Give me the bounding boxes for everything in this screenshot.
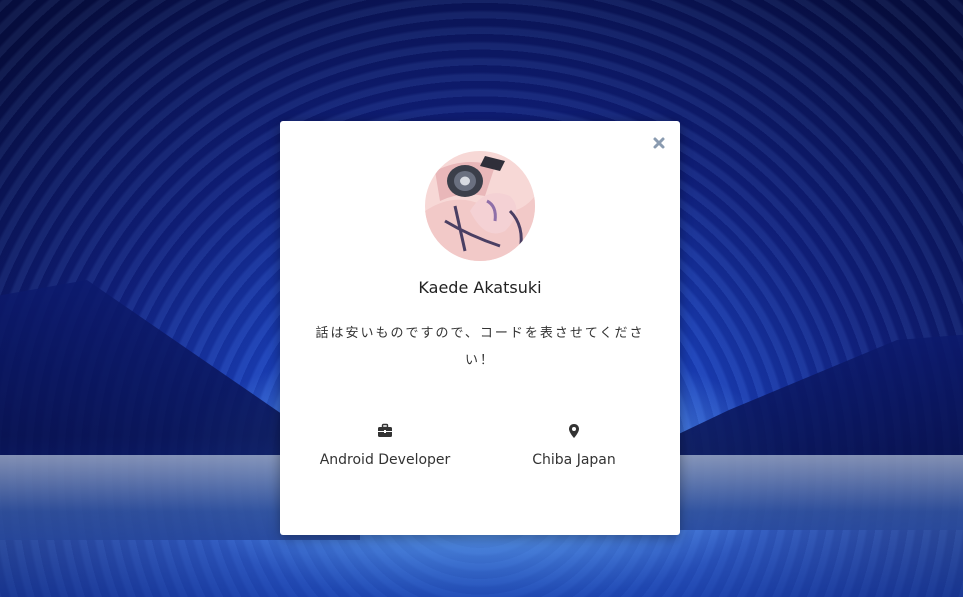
avatar-image: [425, 151, 535, 261]
job-info: Android Developer: [295, 423, 475, 468]
close-icon: [653, 137, 665, 149]
profile-bio: 話は安いものですので、コードを表させてください！: [315, 326, 645, 368]
location-label: Chiba Japan: [532, 452, 616, 468]
location-info: Chiba Japan: [484, 423, 664, 468]
close-button[interactable]: [652, 135, 666, 149]
profile-modal: Kaede Akatsuki 話は安いものですので、コードを表させてください！ …: [280, 121, 680, 535]
map-marker-icon: [569, 424, 579, 438]
avatar: [425, 151, 535, 261]
briefcase-icon: [378, 423, 392, 437]
job-label: Android Developer: [319, 452, 451, 468]
profile-name: Kaede Akatsuki: [418, 278, 542, 297]
